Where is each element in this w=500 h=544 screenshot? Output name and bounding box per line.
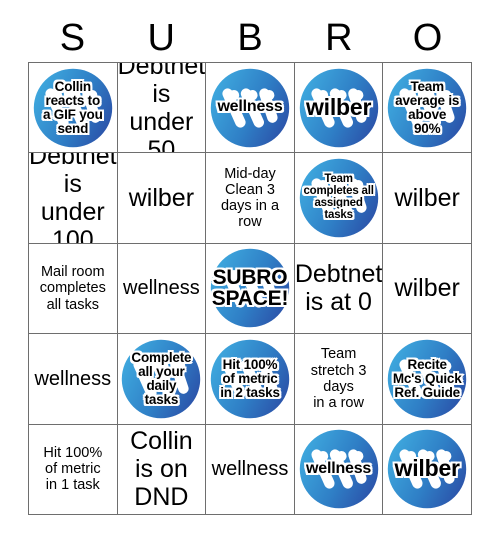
bingo-cell[interactable]: wilber: [383, 243, 472, 335]
bingo-cell-label: wellness: [123, 277, 200, 300]
bingo-grid: Collin reacts to a GIF you send Debtnet i…: [28, 62, 472, 515]
bingo-cell[interactable]: Collin is on DND: [117, 424, 207, 515]
bingo-cell[interactable]: wellness: [117, 243, 207, 335]
bingo-cell[interactable]: Team average is above 90%: [383, 63, 472, 154]
bingo-cell-label: Mid-day Clean 3 days in a row: [220, 165, 280, 231]
bingo-cell[interactable]: wellness: [206, 424, 295, 515]
bingo-cell[interactable]: wellness: [29, 334, 118, 425]
bingo-cell[interactable]: Mail room completes all tasks: [29, 243, 118, 335]
bingo-cell[interactable]: wellness: [206, 63, 295, 154]
bingo-cell[interactable]: Debtnet is under 50: [117, 63, 207, 154]
header-letter-u: U: [147, 17, 175, 59]
bingo-cell-label: wellness: [305, 459, 373, 478]
bingo-cell[interactable]: wilber: [383, 153, 472, 244]
bingo-cell[interactable]: wilber: [294, 63, 384, 154]
header-letter-r: R: [325, 17, 353, 59]
bingo-cell-label: wellness: [34, 367, 112, 390]
bingo-cell[interactable]: Complete all your daily tasks: [117, 334, 207, 425]
bingo-header: S U B R O: [28, 14, 472, 62]
bingo-cell-label: wilber: [393, 455, 461, 482]
header-letter-s: S: [59, 17, 86, 59]
bingo-cell-label: Hit 100% of metric in 2 tasks: [219, 356, 282, 401]
bingo-cell[interactable]: wilber: [383, 424, 472, 515]
bingo-cell[interactable]: Hit 100% of metric in 1 task: [29, 424, 118, 515]
bingo-cell-label: wellness: [211, 458, 289, 481]
bingo-cell[interactable]: wellness: [294, 424, 384, 515]
bingo-cell-label: wellness: [216, 97, 284, 116]
bingo-cell[interactable]: Mid-day Clean 3 days in a row: [206, 153, 295, 244]
bingo-cell-label: Team completes all assigned tasks: [302, 172, 375, 223]
bingo-cell-label: wilber: [304, 93, 372, 120]
bingo-cell[interactable]: Debtnet is under 100: [29, 153, 118, 244]
bingo-cell[interactable]: SUBRO SPACE!: [206, 243, 295, 335]
bingo-cell[interactable]: Hit 100% of metric in 2 tasks: [206, 334, 295, 425]
bingo-cell-label: Debtnet is under 50: [117, 63, 206, 154]
bingo-cell-label: Mail room completes all tasks: [39, 264, 106, 313]
bingo-cell-label: Hit 100% of metric in 1 task: [43, 444, 103, 494]
bingo-cell-label: wilber: [128, 184, 195, 213]
bingo-card: S U B R O Collin reacts to a GIF you sen…: [0, 0, 500, 544]
bingo-cell-label: Collin reacts to a GIF you send: [41, 78, 104, 137]
bingo-cell[interactable]: wilber: [117, 153, 207, 244]
bingo-cell[interactable]: Debtnet is at 0: [294, 243, 384, 335]
bingo-cell-label: Debtnet is under 100: [29, 153, 117, 244]
bingo-cell-label: Team average is above 90%: [394, 78, 461, 137]
header-letter-o: O: [412, 17, 443, 59]
bingo-cell[interactable]: Collin reacts to a GIF you send: [29, 63, 118, 154]
bingo-cell-label: SUBRO SPACE!: [210, 265, 290, 311]
bingo-cell-label: Team stretch 3 days in a row: [310, 346, 367, 412]
bingo-cell-label: wilber: [394, 274, 460, 303]
bingo-cell-label: Complete all your daily tasks: [130, 349, 193, 408]
bingo-cell[interactable]: Team completes all assigned tasks: [294, 153, 384, 244]
bingo-cell[interactable]: Team stretch 3 days in a row: [294, 334, 384, 425]
bingo-cell[interactable]: Recite Mc's Quick Ref. Guide: [383, 334, 472, 425]
bingo-cell-label: Collin is on DND: [130, 427, 193, 512]
bingo-cell-label: Recite Mc's Quick Ref. Guide: [391, 356, 463, 401]
header-letter-b: B: [237, 17, 263, 59]
bingo-cell-label: Debtnet is at 0: [294, 260, 383, 317]
bingo-cell-label: wilber: [394, 184, 460, 213]
